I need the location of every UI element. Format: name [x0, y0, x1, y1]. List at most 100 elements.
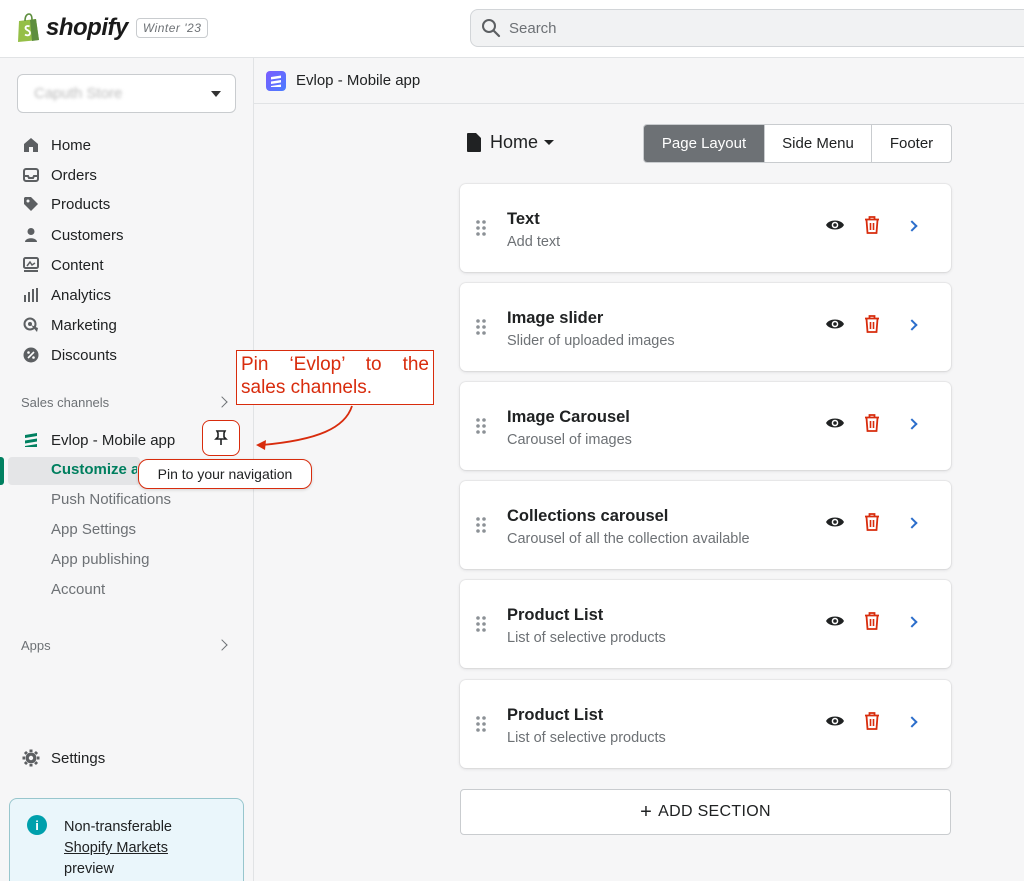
chevron-right-icon[interactable]: [906, 319, 918, 331]
discount-icon: [22, 346, 40, 364]
section-card[interactable]: Product List List of selective products: [460, 680, 951, 768]
markets-info-banner: i Non-transferable Shopify Markets previ…: [9, 798, 244, 881]
section-subtitle: Carousel of all the collection available: [507, 531, 750, 547]
tab-page-layout[interactable]: Page Layout: [644, 125, 764, 162]
chevron-right-icon[interactable]: [906, 616, 918, 628]
nav-label: Settings: [51, 749, 106, 767]
nav-item-products[interactable]: Products: [22, 192, 110, 216]
section-subtitle: List of selective products: [507, 730, 666, 746]
section-title: Product List: [507, 606, 604, 624]
chevron-right-icon[interactable]: [216, 396, 228, 408]
nav-item-settings[interactable]: Settings: [22, 746, 105, 770]
trash-icon[interactable]: [864, 216, 880, 234]
eye-icon[interactable]: [825, 217, 845, 233]
bar-chart-icon: [22, 286, 40, 304]
sub-item-account[interactable]: Account: [51, 581, 105, 598]
trash-icon[interactable]: [864, 712, 880, 730]
sub-item-customize-app[interactable]: Customize app: [51, 461, 137, 478]
search-icon: [482, 19, 501, 38]
nav-item-home[interactable]: Home: [22, 133, 91, 157]
sidebar: Caputh Store Home Orders Products Custom…: [0, 58, 312, 881]
tab-side-menu[interactable]: Side Menu: [764, 125, 871, 162]
shopify-bag-icon: [18, 13, 39, 42]
eye-icon[interactable]: [825, 514, 845, 530]
chevron-right-icon[interactable]: [906, 517, 918, 529]
shopify-logo[interactable]: shopify Winter '23: [16, 13, 209, 43]
page-selector[interactable]: Home: [467, 132, 555, 153]
layout-tabs: Page Layout Side Menu Footer: [643, 124, 952, 163]
store-selector[interactable]: Caputh Store: [17, 74, 236, 113]
evlop-app-icon: [22, 431, 40, 449]
eye-icon[interactable]: [825, 316, 845, 332]
section-card[interactable]: Product List List of selective products: [460, 580, 951, 668]
home-icon: [22, 136, 40, 154]
shopify-markets-link[interactable]: Shopify Markets: [64, 838, 234, 859]
info-line: Non-transferable: [64, 819, 172, 835]
add-section-label: ADD SECTION: [658, 803, 771, 820]
chevron-right-icon[interactable]: [906, 418, 918, 430]
drag-handle-icon[interactable]: [476, 716, 486, 732]
section-title: Image Carousel: [507, 408, 630, 426]
nav-item-discounts[interactable]: Discounts: [22, 343, 117, 367]
nav-item-analytics[interactable]: Analytics: [22, 283, 111, 307]
nav-label: Discounts: [51, 346, 117, 364]
sub-item-app-settings[interactable]: App Settings: [51, 521, 136, 538]
pin-icon: [214, 430, 228, 445]
document-icon: [467, 133, 481, 152]
chevron-right-icon[interactable]: [216, 639, 228, 651]
apps-label: Apps: [21, 638, 51, 653]
nav-label: Content: [51, 256, 104, 274]
search-bar[interactable]: [470, 9, 1024, 47]
chevron-right-icon[interactable]: [906, 716, 918, 728]
pin-button[interactable]: [202, 420, 240, 456]
sub-item-push-notifications[interactable]: Push Notifications: [51, 491, 171, 508]
section-subtitle: Add text: [507, 234, 561, 250]
chevron-right-icon[interactable]: [906, 220, 918, 232]
nav-item-orders[interactable]: Orders: [22, 163, 97, 187]
sales-channel-evlop[interactable]: Evlop - Mobile app: [22, 428, 175, 452]
eye-icon[interactable]: [825, 415, 845, 431]
annotation-callout: Pin ‘Evlop’ to the sales channels.: [236, 350, 434, 405]
pin-tooltip: Pin to your navigation: [138, 459, 312, 489]
store-name: Caputh Store: [34, 85, 123, 102]
active-indicator: [0, 457, 4, 485]
breadcrumb: Evlop - Mobile app: [254, 58, 1024, 104]
caret-down-icon: [544, 140, 555, 145]
section-card[interactable]: Image Carousel Carousel of images: [460, 382, 951, 470]
eye-icon[interactable]: [825, 613, 845, 629]
trash-icon[interactable]: [864, 513, 880, 531]
nav-item-content[interactable]: Content: [22, 253, 104, 277]
trash-icon[interactable]: [864, 612, 880, 630]
version-badge: Winter '23: [135, 18, 209, 38]
top-bar: shopify Winter '23: [0, 0, 1024, 58]
nav-item-customers[interactable]: Customers: [22, 223, 124, 247]
app-name: Evlop - Mobile app: [51, 431, 176, 449]
add-section-button[interactable]: + ADD SECTION: [460, 789, 951, 835]
sales-channels-label: Sales channels: [21, 395, 110, 410]
section-subtitle: Slider of uploaded images: [507, 333, 675, 349]
evlop-logo-icon: [266, 70, 286, 91]
orders-icon: [22, 166, 40, 184]
nav-item-marketing[interactable]: Marketing: [22, 313, 117, 337]
section-card[interactable]: Text Add text: [460, 184, 951, 272]
nav-label: Orders: [51, 166, 97, 184]
search-input[interactable]: [509, 19, 989, 37]
drag-handle-icon[interactable]: [476, 319, 486, 335]
eye-icon[interactable]: [825, 713, 845, 729]
section-subtitle: List of selective products: [507, 630, 666, 646]
section-card[interactable]: Collections carousel Carousel of all the…: [460, 481, 951, 569]
sub-item-app-publishing[interactable]: App publishing: [51, 551, 149, 568]
drag-handle-icon[interactable]: [476, 616, 486, 632]
trash-icon[interactable]: [864, 315, 880, 333]
trash-icon[interactable]: [864, 414, 880, 432]
drag-handle-icon[interactable]: [476, 220, 486, 236]
gear-icon: [22, 749, 40, 767]
breadcrumb-title: Evlop - Mobile app: [296, 72, 421, 89]
tag-icon: [22, 195, 40, 213]
section-card[interactable]: Image slider Slider of uploaded images: [460, 283, 951, 371]
drag-handle-icon[interactable]: [476, 418, 486, 434]
tab-footer[interactable]: Footer: [871, 125, 951, 162]
section-title: Collections carousel: [507, 507, 669, 525]
info-text: Non-transferable Shopify Markets preview: [64, 817, 234, 880]
drag-handle-icon[interactable]: [476, 517, 486, 533]
